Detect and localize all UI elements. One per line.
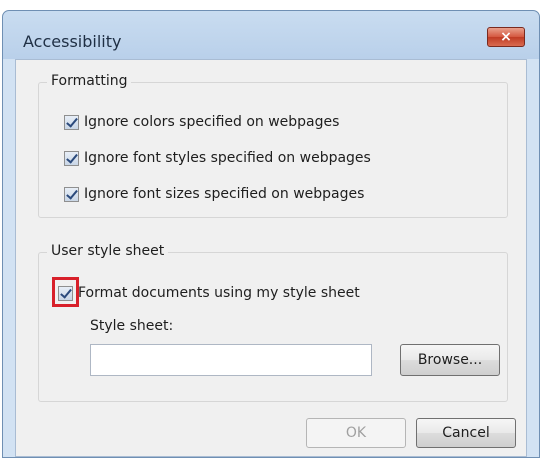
browse-button[interactable]: Browse... <box>400 344 500 376</box>
ignore-font-sizes-label: Ignore font sizes specified on webpages <box>84 186 365 202</box>
accessibility-dialog: Accessibility × Formatting Ignore colors… <box>2 10 540 458</box>
close-button[interactable]: × <box>487 27 525 47</box>
user-style-sheet-group-label: User style sheet <box>47 243 169 259</box>
dialog-title: Accessibility <box>23 32 122 51</box>
ignore-font-styles-label: Ignore font styles specified on webpages <box>84 150 371 166</box>
style-sheet-label: Style sheet: <box>90 318 174 334</box>
cancel-button[interactable]: Cancel <box>416 418 516 448</box>
ignore-colors-label: Ignore colors specified on webpages <box>84 114 340 130</box>
ignore-font-styles-option[interactable]: Ignore font styles specified on webpages <box>64 150 371 166</box>
cancel-button-label: Cancel <box>442 425 490 441</box>
dialog-body: Formatting Ignore colors specified on we… <box>15 59 527 457</box>
close-icon: × <box>500 29 512 45</box>
formatting-group-label: Formatting <box>47 73 132 89</box>
format-documents-option[interactable]: Format documents using my style sheet <box>58 285 360 301</box>
ok-button-label: OK <box>345 425 367 441</box>
ignore-colors-option[interactable]: Ignore colors specified on webpages <box>64 114 339 130</box>
ignore-font-sizes-checkbox[interactable] <box>64 186 79 202</box>
ignore-colors-checkbox[interactable] <box>64 114 79 130</box>
format-documents-label: Format documents using my style sheet <box>78 285 360 301</box>
ok-button[interactable]: OK <box>306 418 406 448</box>
browse-button-label: Browse... <box>417 352 483 368</box>
checkbox-highlight-box <box>52 277 79 307</box>
ignore-font-styles-checkbox[interactable] <box>64 150 79 166</box>
style-sheet-input[interactable] <box>90 344 372 376</box>
ignore-font-sizes-option[interactable]: Ignore font sizes specified on webpages <box>64 186 364 202</box>
